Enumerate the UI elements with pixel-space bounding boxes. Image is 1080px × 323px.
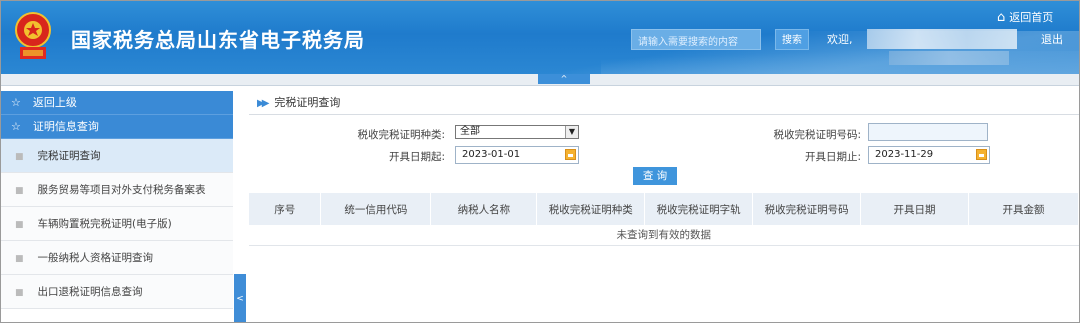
sidebar-item-label: 一般纳税人资格证明查询 — [37, 252, 154, 264]
home-icon: ⌂ — [997, 10, 1006, 25]
sidebar-item-export-rebate-certificate[interactable]: ■ 出口退税证明信息查询 — [1, 275, 233, 309]
header-collapse-toggle[interactable]: ^ — [538, 74, 590, 84]
sidebar: ☆ 返回上级 ☆ 证明信息查询 ■ 完税证明查询 ■ 服务贸易等项目对外支付税务备案表 … — [1, 91, 233, 322]
sidebar-collapse-toggle[interactable]: < — [234, 274, 246, 322]
start-date-label: 开具日期起: — [388, 151, 445, 163]
user-info-redacted — [889, 51, 1009, 65]
star-icon: ☆ — [11, 120, 21, 133]
double-arrow-icon: ▶▶ — [257, 98, 270, 109]
column-header[interactable]: 税收完税证明种类 — [536, 193, 646, 225]
sidebar-item-label: 完税证明查询 — [37, 150, 101, 162]
site-title: 国家税务总局山东省电子税务局 — [71, 28, 365, 52]
search-button[interactable]: 搜索 — [775, 29, 809, 50]
empty-table-message: 未查询到有效的数据 — [249, 225, 1079, 246]
username-redacted — [867, 29, 1017, 49]
column-header[interactable]: 开具金额 — [968, 193, 1079, 225]
sidebar-item-label: 出口退税证明信息查询 — [37, 286, 143, 298]
bullet-icon: ■ — [15, 220, 24, 230]
certificate-type-value: 全部 — [460, 126, 480, 137]
sidebar-item-service-trade-filing[interactable]: ■ 服务贸易等项目对外支付税务备案表 — [1, 173, 233, 207]
table-header-row: 序号 统一信用代码 纳税人名称 税收完税证明种类 税收完税证明字轨 税收完税证明… — [249, 193, 1079, 225]
bullet-icon: ■ — [15, 254, 24, 264]
bullet-icon: ■ — [15, 186, 24, 196]
app-window: 国家税务总局山东省电子税务局 请输入需要搜索的内容 搜索 欢迎, ⌂ 返回首页 退… — [0, 0, 1080, 323]
start-date-input[interactable]: 2023-01-01 — [455, 146, 579, 164]
star-icon: ☆ — [11, 96, 21, 109]
main-panel: ▶▶ 完税证明查询 税收完税证明种类: 全部 ▼ 税收完税证明号码: 开具日期起:… — [249, 91, 1079, 322]
sidebar-item-label: 服务贸易等项目对外支付税务备案表 — [37, 184, 206, 196]
top-banner: 国家税务总局山东省电子税务局 请输入需要搜索的内容 搜索 欢迎, ⌂ 返回首页 退… — [1, 1, 1079, 74]
end-date-input[interactable]: 2023-11-29 — [868, 146, 990, 164]
calendar-icon[interactable] — [565, 149, 576, 160]
breadcrumb: ▶▶ 完税证明查询 — [249, 91, 1079, 115]
sidebar-item-label: 车辆购置税完税证明(电子版) — [37, 218, 172, 230]
page-title: 完税证明查询 — [274, 96, 341, 109]
column-header[interactable]: 税收完税证明字轨 — [644, 193, 754, 225]
chevron-down-icon: ▼ — [565, 126, 578, 138]
home-link[interactable]: ⌂ 返回首页 — [997, 9, 1053, 25]
sidebar-item-general-taxpayer-qualification[interactable]: ■ 一般纳税人资格证明查询 — [1, 241, 233, 275]
table-row: 未查询到有效的数据 — [249, 225, 1079, 246]
column-header[interactable]: 序号 — [249, 193, 322, 225]
sidebar-back-label: 返回上级 — [32, 96, 77, 109]
sidebar-section-header[interactable]: ☆ 证明信息查询 — [1, 115, 233, 139]
end-date-label: 开具日期止: — [804, 151, 861, 163]
column-header[interactable]: 纳税人名称 — [430, 193, 538, 225]
query-button[interactable]: 查 询 — [633, 167, 677, 185]
sidebar-back[interactable]: ☆ 返回上级 — [1, 91, 233, 115]
column-header[interactable]: 统一信用代码 — [320, 193, 432, 225]
column-header[interactable]: 开具日期 — [860, 193, 969, 225]
certificate-number-input[interactable] — [868, 123, 988, 141]
calendar-icon[interactable] — [976, 149, 987, 160]
certificate-type-select[interactable]: 全部 ▼ — [455, 125, 579, 139]
search-input[interactable]: 请输入需要搜索的内容 — [631, 29, 761, 50]
home-link-label: 返回首页 — [1009, 11, 1054, 24]
welcome-text: 欢迎, — [827, 33, 853, 46]
national-emblem-icon — [15, 12, 51, 59]
sidebar-section-label: 证明信息查询 — [32, 120, 99, 133]
logout-link[interactable]: 退出 — [1041, 31, 1063, 47]
sidebar-item-vehicle-purchase-tax[interactable]: ■ 车辆购置税完税证明(电子版) — [1, 207, 233, 241]
results-table: 序号 统一信用代码 纳税人名称 税收完税证明种类 税收完税证明字轨 税收完税证明… — [249, 193, 1079, 246]
sidebar-item-tax-certificate-query[interactable]: ■ 完税证明查询 — [1, 139, 233, 173]
bullet-icon: ■ — [15, 288, 24, 298]
column-header[interactable]: 税收完税证明号码 — [752, 193, 862, 225]
certificate-number-label: 税收完税证明号码: — [773, 129, 861, 141]
certificate-type-label: 税收完税证明种类: — [357, 129, 445, 141]
bullet-icon: ■ — [15, 152, 24, 162]
